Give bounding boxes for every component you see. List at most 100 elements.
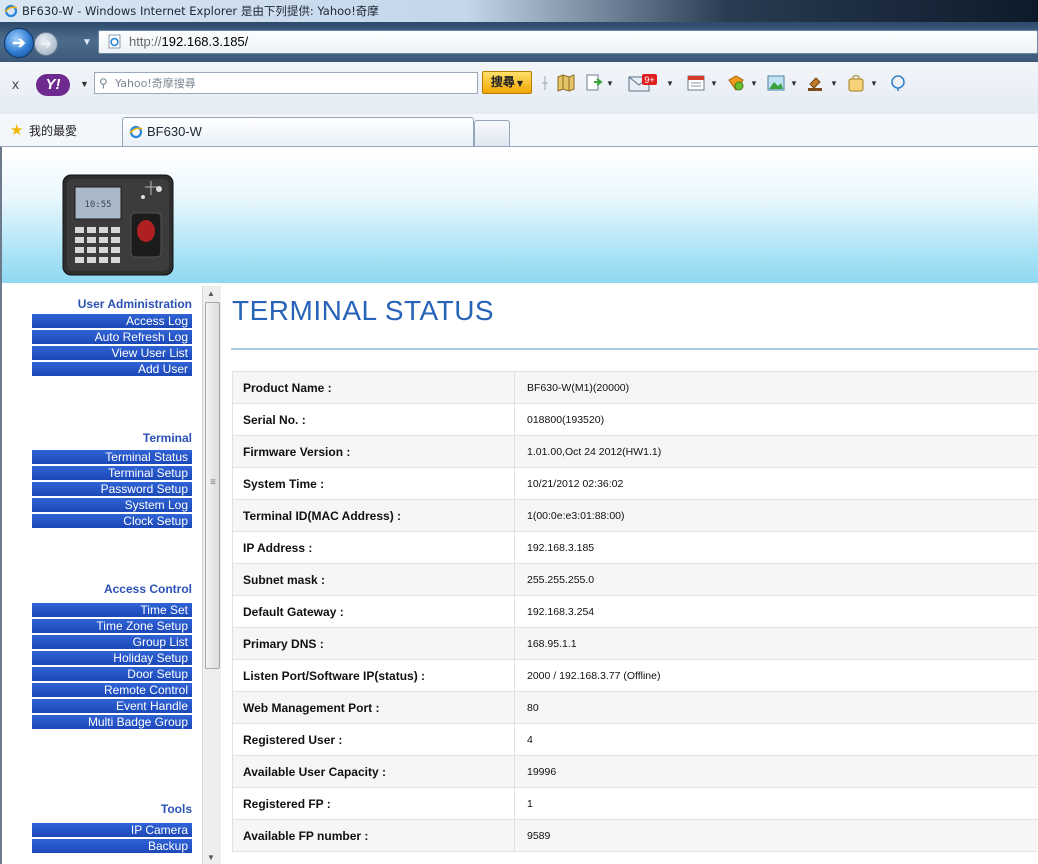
- yahoo-search-button[interactable]: 搜尋 ▼: [482, 71, 532, 94]
- mail-dropdown[interactable]: ▼: [666, 79, 674, 88]
- star-icon[interactable]: ★: [10, 121, 23, 139]
- shopping-icon[interactable]: [726, 74, 746, 92]
- sidebar-item-auto-refresh-log[interactable]: Auto Refresh Log: [32, 330, 192, 345]
- sidebar-section-title: User Administration: [77, 297, 192, 311]
- table-row: IP Address :192.168.3.185: [232, 531, 1038, 564]
- window-title-bar: BF630-W - Windows Internet Explorer 是由下列…: [0, 0, 1038, 22]
- yahoo-search-input[interactable]: [113, 74, 472, 93]
- bookmark-dropdown[interactable]: ▼: [606, 79, 614, 88]
- sidebar-item-multi-badge-group[interactable]: Multi Badge Group: [32, 715, 192, 730]
- navigation-bar: ➔ ➜ ▼ http://192.168.3.185/: [0, 22, 1038, 62]
- sidebar-item-backup[interactable]: Backup: [32, 839, 192, 854]
- bookmark-add-icon[interactable]: [584, 74, 604, 92]
- window-title: BF630-W - Windows Internet Explorer 是由下列…: [22, 4, 379, 18]
- row-label: Product Name :: [232, 371, 515, 404]
- row-value: 1.01.00,Oct 24 2012(HW1.1): [514, 435, 1038, 468]
- sidebar-item-event-handle[interactable]: Event Handle: [32, 699, 192, 714]
- address-url[interactable]: http://192.168.3.185/: [129, 34, 248, 49]
- row-value: 192.168.3.254: [514, 595, 1038, 628]
- toolbar-divider-icon: [542, 76, 548, 90]
- sidebar-item-time-zone-setup[interactable]: Time Zone Setup: [32, 619, 192, 634]
- sidebar-item-clock-setup[interactable]: Clock Setup: [32, 514, 192, 529]
- row-label: Terminal ID(MAC Address) :: [232, 499, 515, 532]
- forward-button[interactable]: ➜: [34, 32, 58, 56]
- sidebar-scrollbar[interactable]: ▲ ≡ ▼: [202, 286, 221, 864]
- bag-dropdown[interactable]: ▼: [870, 79, 878, 88]
- table-row: Default Gateway :192.168.3.254: [232, 595, 1038, 628]
- sidebar-item-door-setup[interactable]: Door Setup: [32, 667, 192, 682]
- yahoo-menu-dropdown[interactable]: ▼: [80, 79, 89, 89]
- mail-icon[interactable]: 9+: [628, 74, 658, 92]
- auction-icon[interactable]: [806, 74, 826, 92]
- address-bar[interactable]: http://192.168.3.185/: [98, 30, 1038, 54]
- sidebar-item-holiday-setup[interactable]: Holiday Setup: [32, 651, 192, 666]
- sidebar-item-ip-camera[interactable]: IP Camera: [32, 823, 192, 838]
- scroll-up-icon[interactable]: ▲: [207, 289, 215, 298]
- sidebar-item-terminal-status[interactable]: Terminal Status: [32, 450, 192, 465]
- row-value: 19996: [514, 755, 1038, 788]
- map-icon[interactable]: [556, 74, 576, 92]
- tab-label: BF630-W: [147, 124, 202, 139]
- table-row: Registered FP :1: [232, 787, 1038, 820]
- bag-icon[interactable]: [846, 74, 866, 92]
- arrow-right-icon: ➜: [40, 36, 52, 51]
- photo-dropdown[interactable]: ▼: [790, 79, 798, 88]
- sidebar-section-title: Tools: [160, 802, 192, 816]
- sidebar-item-system-log[interactable]: System Log: [32, 498, 192, 513]
- favorites-bar: ★ 我的最愛 BF630-W: [0, 114, 1038, 147]
- recent-pages-dropdown[interactable]: ▼: [82, 37, 92, 48]
- sidebar-item-time-set[interactable]: Time Set: [32, 603, 192, 618]
- row-value: 192.168.3.185: [514, 531, 1038, 564]
- sidebar-section-title: Access Control: [103, 582, 192, 596]
- table-row: Registered User :4: [232, 723, 1038, 756]
- favorites-button[interactable]: 我的最愛: [29, 122, 77, 139]
- page-viewport: 10:55 User Administration Access Log Aut…: [0, 147, 1038, 864]
- sidebar-item-password-setup[interactable]: Password Setup: [32, 482, 192, 497]
- sidebar-item-add-user[interactable]: Add User: [32, 362, 192, 377]
- row-value: 80: [514, 691, 1038, 724]
- search-icon: ⚲: [99, 76, 108, 90]
- sidebar-item-view-user-list[interactable]: View User List: [32, 346, 192, 361]
- row-value: 168.95.1.1: [514, 627, 1038, 660]
- header-banner: 10:55: [2, 152, 1038, 283]
- photo-icon[interactable]: [766, 74, 786, 92]
- ie-tab-icon: [129, 125, 143, 139]
- table-row: Product Name : BF630-W(M1)(20000): [232, 371, 1038, 404]
- page-title: TERMINAL STATUS: [232, 295, 495, 326]
- row-label: IP Address :: [232, 531, 515, 564]
- row-value: BF630-W(M1)(20000): [514, 371, 1038, 404]
- row-value: 9589: [514, 819, 1038, 852]
- sidebar-item-terminal-setup[interactable]: Terminal Setup: [32, 466, 192, 481]
- news-icon[interactable]: [686, 74, 706, 92]
- new-tab-button[interactable]: [474, 120, 510, 146]
- row-label: Subnet mask :: [232, 563, 515, 596]
- sidebar-item-remote-control[interactable]: Remote Control: [32, 683, 192, 698]
- yahoo-search-box[interactable]: ⚲: [94, 72, 478, 94]
- sidebar-item-access-log[interactable]: Access Log: [32, 314, 192, 329]
- yahoo-toolbar: x Y! ▼ ⚲ 搜尋▼ ▼ 9+ ▼ ▼ ▼ ▼ ▼ ▼: [0, 62, 1038, 115]
- sidebar-item-group-list[interactable]: Group List: [32, 635, 192, 650]
- grip-icon: ≡: [210, 477, 216, 488]
- table-row: Firmware Version :1.01.00,Oct 24 2012(HW…: [232, 435, 1038, 468]
- page-icon: [108, 34, 121, 49]
- row-label: System Time :: [232, 467, 515, 500]
- row-label: Firmware Version :: [232, 435, 515, 468]
- row-label: Web Management Port :: [232, 691, 515, 724]
- answers-icon[interactable]: [888, 74, 908, 92]
- table-row: Subnet mask :255.255.255.0: [232, 563, 1038, 596]
- row-label: Registered User :: [232, 723, 515, 756]
- scrollbar-thumb[interactable]: ≡: [205, 302, 220, 669]
- toolbar-close-icon[interactable]: x: [12, 76, 19, 92]
- news-dropdown[interactable]: ▼: [710, 79, 718, 88]
- yahoo-logo-button[interactable]: Y!: [36, 74, 70, 96]
- table-row: Available FP number :9589: [232, 819, 1038, 852]
- table-row: System Time :10/21/2012 02:36:02: [232, 467, 1038, 500]
- row-label: Registered FP :: [232, 787, 515, 820]
- back-button[interactable]: ➔: [4, 28, 34, 58]
- browser-tab[interactable]: BF630-W: [122, 117, 474, 146]
- ie-logo-icon: [4, 4, 18, 18]
- scroll-down-icon[interactable]: ▼: [207, 853, 215, 862]
- shopping-dropdown[interactable]: ▼: [750, 79, 758, 88]
- table-row: Terminal ID(MAC Address) :1(00:0e:e3:01:…: [232, 499, 1038, 532]
- auction-dropdown[interactable]: ▼: [830, 79, 838, 88]
